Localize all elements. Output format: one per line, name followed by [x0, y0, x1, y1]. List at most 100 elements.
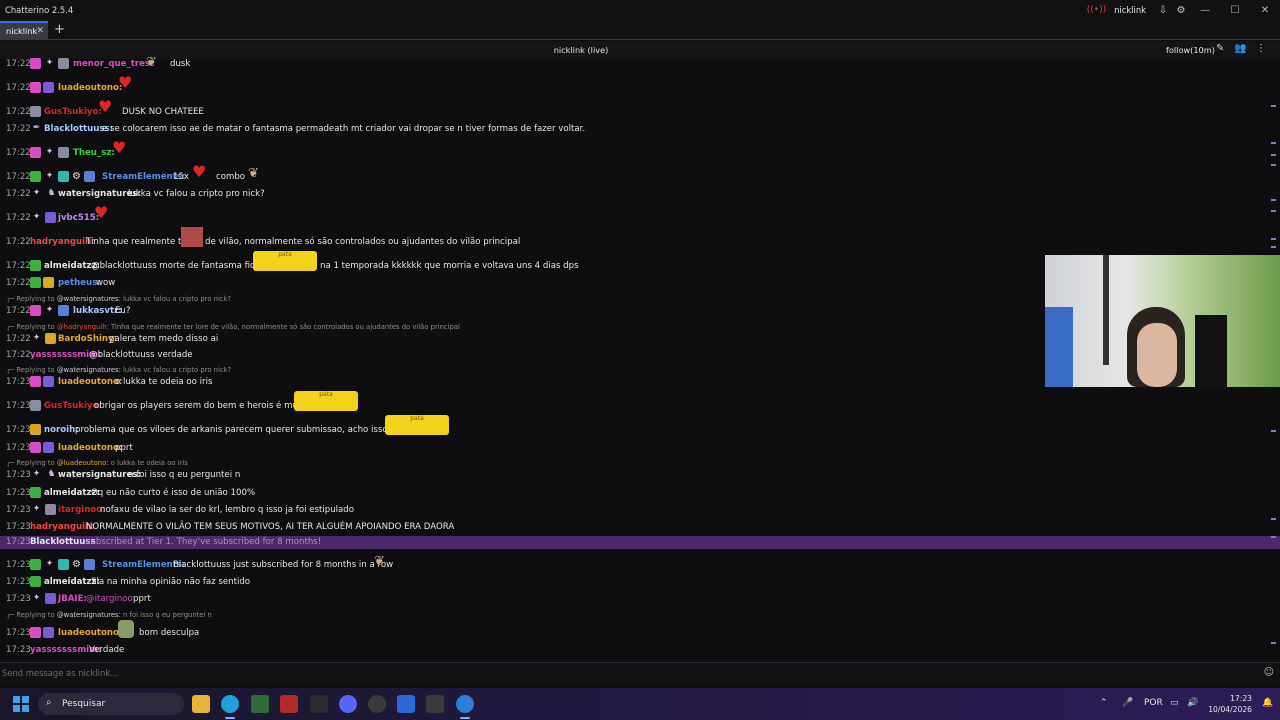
- badges: [30, 442, 54, 453]
- taskbar-clock[interactable]: 17:23 10/04/2026: [1208, 693, 1252, 715]
- reply-arrow-icon: ╭─: [6, 295, 15, 303]
- settings-gear-icon[interactable]: ⚙: [1172, 5, 1190, 16]
- username[interactable]: menor_que_tres:: [73, 59, 153, 69]
- taskbar-search-box[interactable]: ⌕ Pesquisar: [38, 693, 184, 715]
- message-text: o lukka te odeia oo iris: [115, 377, 213, 387]
- timestamp: 17:22: [6, 261, 31, 271]
- badges: ✦ ♞: [30, 188, 58, 199]
- badges: [30, 376, 54, 387]
- reply-user: @watersignatures:: [56, 366, 121, 374]
- more-options-icon[interactable]: ⋮: [1256, 43, 1266, 54]
- add-tab-icon[interactable]: +: [54, 22, 65, 37]
- username[interactable]: GusTsukiyo:: [44, 107, 102, 117]
- highlight-mark: [1271, 154, 1276, 156]
- message-text: wow: [96, 278, 116, 288]
- capcut-icon[interactable]: [310, 695, 328, 713]
- gifter-badge-icon: [58, 147, 69, 158]
- username[interactable]: JBAIE:: [58, 594, 87, 604]
- username[interactable]: luadeoutono:: [58, 443, 122, 453]
- highlight-mark: [1271, 105, 1276, 107]
- message-text: NORMALMENTE O VILÃO TEM SEUS MOTIVOS, AI…: [86, 522, 455, 532]
- reply-text: lukka vc falou a cripto pro nick?: [123, 295, 232, 303]
- microphone-icon[interactable]: 🎤: [1122, 698, 1133, 708]
- network-icon[interactable]: ▭: [1170, 698, 1179, 708]
- heart-emote-icon: ♥: [118, 73, 133, 92]
- timestamp: 17:22: [6, 189, 31, 199]
- vscode-icon[interactable]: [397, 695, 415, 713]
- pen-badge-icon: ✒: [32, 123, 41, 133]
- message-input-bar: ☺: [0, 662, 1280, 682]
- reply-context[interactable]: ╭─ Replying to @luadeoutono: o lukka te …: [6, 459, 188, 467]
- highlight-mark: [1271, 199, 1276, 201]
- highlight-mark: [1271, 518, 1276, 520]
- reply-text: Tinha que realmente ter lore de vilão, n…: [111, 323, 460, 331]
- username[interactable]: noroih:: [44, 425, 79, 435]
- pata-emote-icon: pata: [253, 251, 317, 271]
- channel-title[interactable]: nicklink (live): [0, 45, 1162, 55]
- language-indicator[interactable]: POR: [1144, 698, 1163, 708]
- update-download-icon[interactable]: ⇩: [1154, 5, 1172, 16]
- scrollbar[interactable]: [1271, 58, 1277, 658]
- discord-icon[interactable]: [339, 695, 357, 713]
- username[interactable]: jvbc515:: [58, 213, 99, 223]
- badges: ✦: [30, 333, 56, 344]
- reply-context[interactable]: ╭─ Replying to @hadryanguih: Tinha que r…: [6, 323, 460, 331]
- timestamp: 17:22: [6, 148, 31, 158]
- badges: [30, 82, 54, 93]
- reply-text: lukka vc falou a cripto pro nick?: [123, 366, 232, 374]
- maximize-button[interactable]: ☐: [1220, 5, 1250, 16]
- reply-context[interactable]: ╭─ Replying to @watersignatures: n foi i…: [6, 611, 212, 619]
- tray-overflow-icon[interactable]: ⌃: [1100, 698, 1108, 708]
- notification-bell-icon[interactable]: 🔔: [1262, 698, 1273, 708]
- close-window-button[interactable]: ✕: [1250, 5, 1280, 16]
- notepad-icon[interactable]: [251, 695, 269, 713]
- voicemeeter-icon[interactable]: [280, 695, 298, 713]
- windows-start-icon[interactable]: [13, 696, 29, 712]
- account-switcher[interactable]: nicklink: [1114, 5, 1146, 15]
- subscriber-badge-icon: [30, 58, 41, 69]
- prime-badge-icon: [45, 593, 56, 604]
- timestamp: 17:22: [6, 124, 31, 134]
- pata-emote-icon: pata: [294, 391, 358, 411]
- username[interactable]: itarginoo:: [58, 505, 106, 515]
- reply-context[interactable]: ╭─ Replying to @watersignatures: lukka v…: [6, 366, 231, 374]
- volume-icon[interactable]: 🔊: [1187, 698, 1198, 708]
- reply-prefix: Replying to: [16, 323, 55, 331]
- reply-user: @luadeoutono:: [56, 459, 109, 467]
- users-icon[interactable]: 👥: [1234, 43, 1246, 54]
- bird-emote-icon: ❦: [248, 166, 259, 181]
- username[interactable]: Theu_sz:: [73, 148, 115, 158]
- message-input[interactable]: [2, 666, 1258, 680]
- reply-prefix: Replying to: [16, 295, 55, 303]
- gifter-badge-icon: [43, 376, 54, 387]
- obs-icon[interactable]: [368, 695, 386, 713]
- chatterino-icon[interactable]: [456, 695, 474, 713]
- heart-emote-icon: ♥: [112, 138, 127, 157]
- emoji-picker-icon[interactable]: ☺: [1264, 667, 1274, 678]
- username[interactable]: luadeoutono:: [58, 628, 122, 638]
- badges: ✦: [30, 593, 56, 604]
- vip-badge-icon: [45, 333, 56, 344]
- highlight-mark: [1271, 430, 1276, 432]
- tab-nicklink[interactable]: nicklink ✕: [0, 21, 48, 40]
- username[interactable]: luadeoutono:: [58, 377, 122, 387]
- gifter-badge-icon: [43, 82, 54, 93]
- logitech-ghub-icon[interactable]: [426, 695, 444, 713]
- username[interactable]: petheus:: [58, 278, 101, 288]
- minimize-button[interactable]: —: [1190, 5, 1220, 16]
- message-text: Tinha que realmente ter: [86, 237, 191, 247]
- mention-text[interactable]: @itarginoo: [86, 594, 133, 604]
- username[interactable]: hadryanguih:: [30, 237, 95, 247]
- message-text-2: de vilão, normalmente só são controlados…: [205, 237, 521, 247]
- username[interactable]: luadeoutono:: [58, 83, 122, 93]
- username[interactable]: hadryanguih:: [30, 522, 95, 532]
- message-text: lukka vc falou a cripto pro nick?: [128, 189, 265, 199]
- reply-context[interactable]: ╭─ Replying to @watersignatures: lukka v…: [6, 295, 231, 303]
- message-text: nofaxu de vilao ia ser do krl, lembro q …: [100, 505, 355, 515]
- follow-mode-label[interactable]: follow(10m): [1166, 45, 1215, 55]
- tab-close-icon[interactable]: ✕: [36, 23, 44, 39]
- edge-browser-icon[interactable]: [221, 695, 239, 713]
- message-text: n foi isso q eu perguntei n: [128, 470, 241, 480]
- file-explorer-icon[interactable]: [192, 695, 210, 713]
- edit-pencil-icon[interactable]: ✎: [1216, 43, 1224, 54]
